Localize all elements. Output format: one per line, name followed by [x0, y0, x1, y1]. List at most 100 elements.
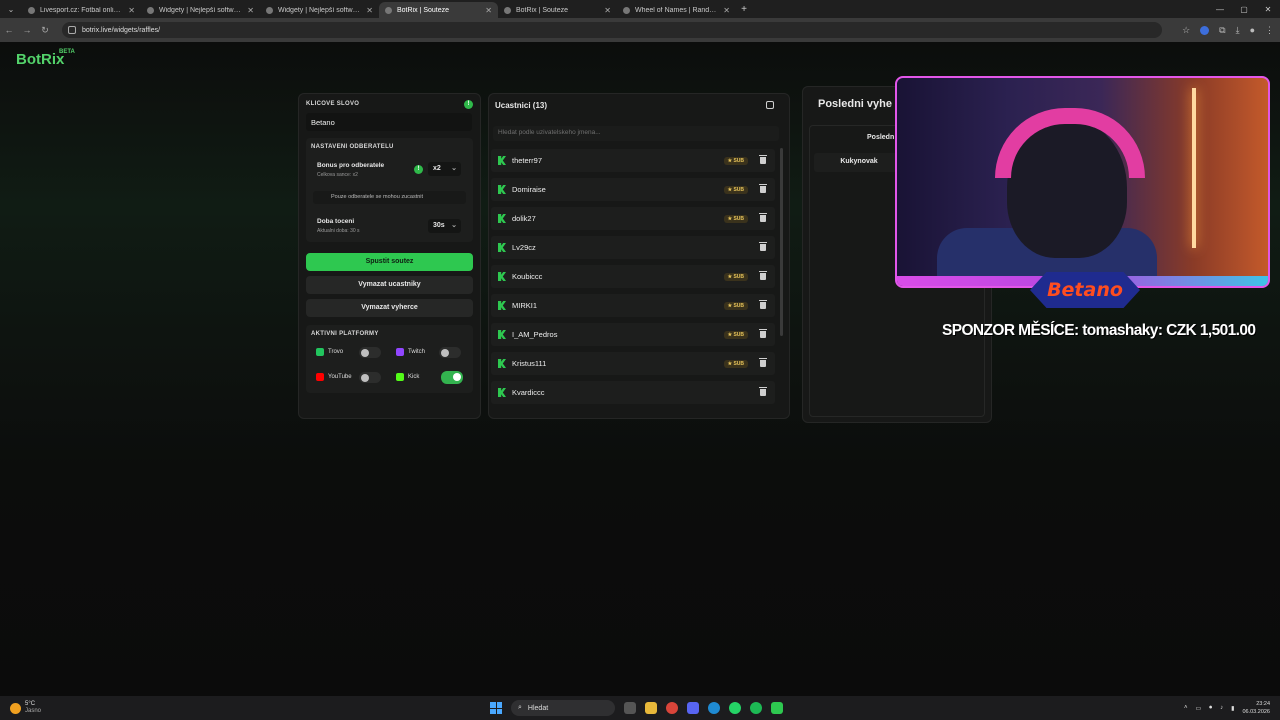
- spin-duration-select[interactable]: 30s ⌄: [428, 219, 461, 233]
- spotify-icon[interactable]: [750, 702, 762, 714]
- participant-row: Lv29cz: [491, 236, 775, 259]
- url-input[interactable]: botrix.live/widgets/raffles/: [62, 22, 1162, 38]
- volume-icon[interactable]: ♪: [1220, 705, 1223, 711]
- bonus-subtitle: Celkova sance: x2: [317, 172, 358, 178]
- bookmark-star-icon[interactable]: ☆: [1182, 25, 1190, 36]
- twitch-toggle[interactable]: [439, 347, 461, 358]
- keyword-label: KLICOVE SLOVO: [306, 101, 360, 107]
- discord-icon[interactable]: [687, 702, 699, 714]
- beta-badge: BETA: [59, 49, 75, 55]
- forward-icon[interactable]: →: [18, 25, 36, 35]
- participant-row: I_AM_Pedros ★ SUB: [491, 323, 775, 346]
- start-icon[interactable]: [490, 702, 502, 714]
- spin-subtitle: Aktualni doba: 30 s: [317, 228, 360, 234]
- app-icon[interactable]: [771, 702, 783, 714]
- close-tab-icon[interactable]: ✕: [485, 6, 492, 15]
- tray-chevron-icon[interactable]: ˄: [1184, 705, 1188, 711]
- bonus-info-icon[interactable]: !: [414, 165, 423, 174]
- participant-row: Kvardiccc: [491, 381, 775, 404]
- clear-participants-button[interactable]: Vymazat ucastniky: [306, 276, 473, 294]
- browser-tab-active[interactable]: BotRix | Souteze ✕: [379, 2, 498, 18]
- youtube-icon: [316, 373, 324, 381]
- clock[interactable]: 23:24 06.03.2026: [1242, 700, 1270, 716]
- extension-icon[interactable]: [1200, 25, 1210, 35]
- download-icon[interactable]: ⤓: [1236, 25, 1240, 36]
- battery-icon[interactable]: ▮: [1231, 705, 1234, 712]
- chrome-icon[interactable]: [666, 702, 678, 714]
- delete-icon[interactable]: [759, 300, 767, 309]
- start-raffle-button[interactable]: Spustit soutez: [306, 253, 473, 271]
- delete-icon[interactable]: [759, 213, 767, 222]
- sub-badge: ★ SUB: [723, 156, 748, 165]
- close-tab-icon[interactable]: ✕: [723, 6, 730, 15]
- close-window-icon[interactable]: ✕: [1256, 5, 1280, 14]
- trovo-toggle[interactable]: [359, 347, 381, 358]
- delete-icon[interactable]: [759, 271, 767, 280]
- kick-icon: [396, 373, 404, 381]
- close-tab-icon[interactable]: ✕: [128, 6, 135, 15]
- delete-icon[interactable]: [759, 242, 767, 251]
- participant-row: Domiraise ★ SUB: [491, 178, 775, 201]
- clear-winners-button[interactable]: Vymazat vyherce: [306, 299, 473, 317]
- subscribers-section-label: NASTAVENI ODBERATELU: [311, 144, 394, 150]
- browser-tab[interactable]: BotRix | Souteze ✕: [498, 2, 617, 18]
- reload-icon[interactable]: ↻: [36, 25, 54, 36]
- botrix-logo[interactable]: BotRix BETA: [16, 49, 75, 68]
- favicon-icon: [28, 6, 35, 14]
- chevron-down-icon: ⌄: [451, 222, 457, 229]
- minimize-icon[interactable]: —: [1208, 5, 1232, 14]
- tab-search-icon[interactable]: ⌄: [0, 5, 22, 14]
- youtube-toggle[interactable]: [359, 372, 381, 383]
- browser-tab[interactable]: Wheel of Names | Random nam✕: [617, 2, 736, 18]
- taskbar-search[interactable]: ⌕ Hledat: [511, 700, 615, 716]
- close-tab-icon[interactable]: ✕: [604, 6, 611, 15]
- bonus-select[interactable]: x2 ⌄: [428, 162, 461, 176]
- edge-icon[interactable]: [708, 702, 720, 714]
- only-subs-row[interactable]: Pouze odberatele se mohou zucastnit: [313, 191, 466, 204]
- network-icon[interactable]: ▭: [1195, 705, 1201, 712]
- kick-icon: [498, 156, 506, 165]
- delete-icon[interactable]: [759, 329, 767, 338]
- participant-search-input[interactable]: Hledat podle uzivatelskeho jmena...: [493, 126, 779, 141]
- participant-row: Koubiccc ★ SUB: [491, 265, 775, 288]
- whatsapp-icon[interactable]: [729, 702, 741, 714]
- task-view-icon[interactable]: [624, 702, 636, 714]
- kick-toggle[interactable]: [441, 371, 463, 384]
- keyword-input[interactable]: Betano: [306, 113, 472, 131]
- spin-title: Doba toceni: [317, 218, 355, 225]
- mic-icon[interactable]: ⏺: [1209, 705, 1212, 712]
- back-icon[interactable]: ←: [0, 25, 18, 35]
- kick-icon: [498, 301, 506, 310]
- site-info-icon[interactable]: [68, 26, 76, 34]
- browser-tab[interactable]: Widgety | Nejlepší software pr ✕: [260, 2, 379, 18]
- participants-scrollbar[interactable]: [780, 148, 783, 336]
- copy-icon[interactable]: [766, 101, 774, 109]
- menu-icon[interactable]: ⋮: [1265, 25, 1274, 36]
- delete-icon[interactable]: [759, 387, 767, 396]
- browser-tab[interactable]: Livesport.cz: Fotbal online, fotb✕: [22, 2, 141, 18]
- profile-icon[interactable]: ●: [1250, 25, 1255, 35]
- browser-tab[interactable]: Widgety | Nejlepší software pr ✕: [141, 2, 260, 18]
- winners-column-header: Posledn: [867, 134, 895, 141]
- sponsor-text: SPONZOR MĚSÍCE: tomashaky: CZK 1,501.00: [942, 322, 1256, 339]
- participant-row: Kristus111 ★ SUB: [491, 352, 775, 375]
- file-explorer-icon[interactable]: [645, 702, 657, 714]
- taskbar-apps: ⌕ Hledat: [490, 696, 783, 720]
- system-tray: ˄ ▭ ⏺ ♪ ▮ 23:24 06.03.2026: [1184, 696, 1270, 720]
- close-tab-icon[interactable]: ✕: [366, 6, 373, 15]
- close-tab-icon[interactable]: ✕: [247, 6, 254, 15]
- kick-icon: [498, 185, 506, 194]
- favicon-icon: [623, 6, 630, 14]
- search-icon: ⌕: [518, 704, 522, 711]
- kick-icon: [498, 243, 506, 252]
- weather-icon: [10, 702, 21, 714]
- betano-logo: Betano: [1030, 272, 1140, 308]
- new-tab-button[interactable]: +: [736, 4, 752, 15]
- maximize-icon[interactable]: ▢: [1232, 5, 1256, 14]
- info-icon[interactable]: !: [464, 100, 473, 109]
- weather-widget[interactable]: 5°C Jasno: [10, 701, 41, 715]
- delete-icon[interactable]: [759, 358, 767, 367]
- delete-icon[interactable]: [759, 184, 767, 193]
- extensions-puzzle-icon[interactable]: ⧉: [1219, 25, 1225, 36]
- delete-icon[interactable]: [759, 155, 767, 164]
